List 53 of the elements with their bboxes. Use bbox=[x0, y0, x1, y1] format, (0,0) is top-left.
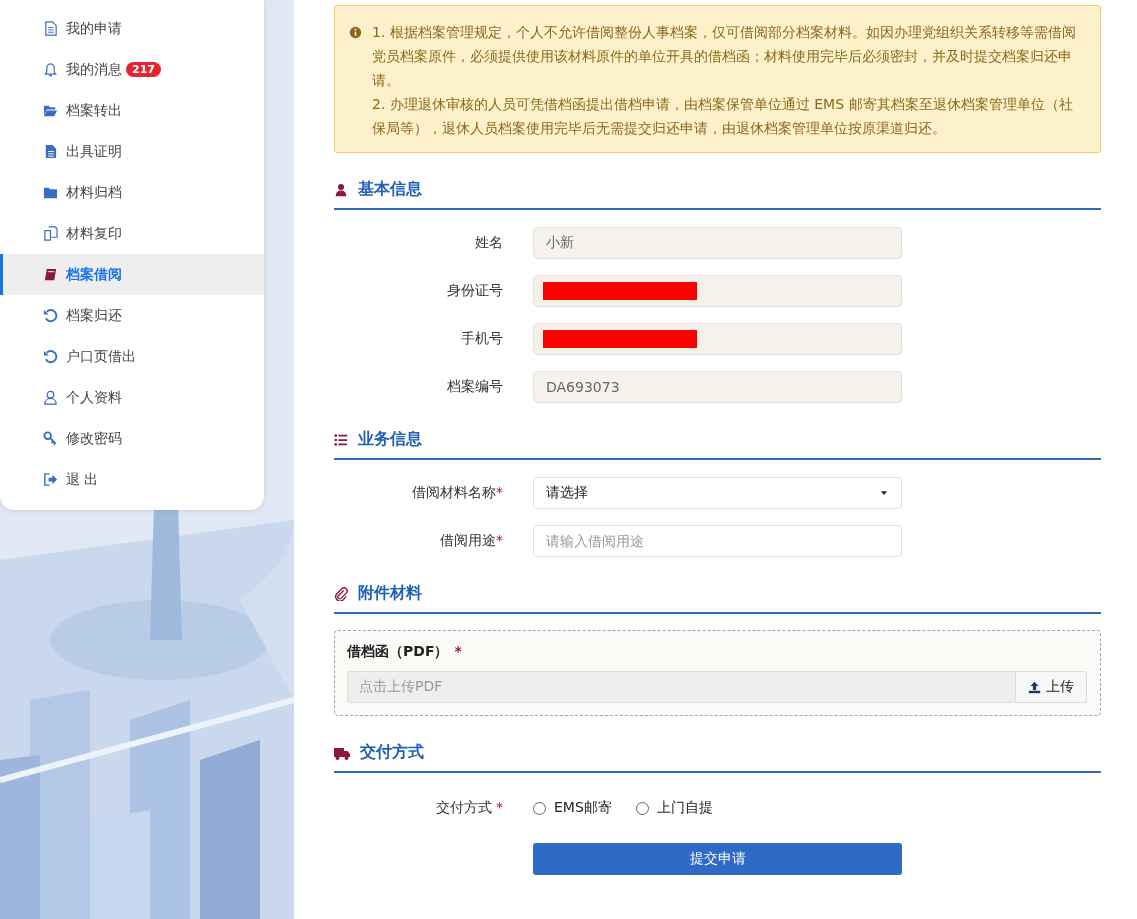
required-mark: * bbox=[454, 643, 462, 661]
sidebar-item[interactable]: 我的申请 bbox=[0, 8, 264, 49]
readonly-field: DA693073 bbox=[533, 371, 902, 403]
count-badge: 217 bbox=[126, 62, 161, 77]
logout-icon bbox=[43, 472, 58, 487]
info-icon bbox=[349, 26, 362, 39]
sidebar-item[interactable]: 修改密码 bbox=[0, 418, 264, 459]
sidebar-item[interactable]: 退 出 bbox=[0, 459, 264, 500]
undo-icon bbox=[43, 349, 58, 364]
radio-option[interactable]: 上门自提 bbox=[635, 799, 713, 817]
user-icon bbox=[334, 182, 348, 197]
bell-icon bbox=[43, 62, 58, 77]
field-label: 姓名 bbox=[475, 234, 503, 252]
paperclip-icon bbox=[334, 586, 348, 601]
user-icon bbox=[43, 390, 58, 405]
undo-icon bbox=[43, 308, 58, 323]
sidebar-item[interactable]: 材料归档 bbox=[0, 172, 264, 213]
section-title: 基本信息 bbox=[358, 179, 422, 200]
sidebar-item[interactable]: 材料复印 bbox=[0, 213, 264, 254]
notice-text: 1. 根据档案管理规定，个人不允许借阅整份人事档案，仅可借阅部分档案材料。如因办理党组织关系转移等需借阅党员档案原件，必须提供使用该材料原件的单位开具的借档函；材料使用完毕后必须密封，并及时提交档案归还申请。 bbox=[372, 23, 1077, 90]
copy-icon bbox=[43, 226, 58, 241]
radio-option[interactable]: EMS邮寄 bbox=[533, 799, 612, 817]
sidebar-item[interactable]: 档案借阅 bbox=[0, 254, 264, 295]
sidebar-item[interactable]: 档案转出 bbox=[0, 90, 264, 131]
sidebar-item[interactable]: 户口页借出 bbox=[0, 336, 264, 377]
readonly-field: 小新 bbox=[533, 227, 902, 259]
notice-text: 2. 办理退休审核的人员可凭借档函提出借档申请，由档案保管单位通过 EMS 邮寄其档案至退休档案管理单位（社保局等），退休人员档案使用完毕后无需提交归还申请，由退休档案管理单位按原渠道归还。 bbox=[372, 95, 1074, 138]
field-label: 身份证号 bbox=[447, 282, 503, 300]
attachment-label: 借档函（PDF） bbox=[347, 643, 449, 661]
field-label: 借阅材料名称* bbox=[412, 484, 503, 502]
field-label: 借阅用途* bbox=[440, 532, 503, 550]
section-title: 交付方式 bbox=[360, 742, 424, 763]
sidebar-item[interactable]: 我的消息 217 bbox=[0, 49, 264, 90]
sidebar-item[interactable]: 出具证明 bbox=[0, 131, 264, 172]
section-title: 附件材料 bbox=[358, 583, 422, 604]
input-field[interactable]: 请输入借阅用途 bbox=[533, 525, 902, 557]
field-label: 交付方式 * bbox=[436, 799, 503, 817]
document-icon bbox=[43, 21, 58, 36]
field-label: 手机号 bbox=[461, 330, 503, 348]
list-icon bbox=[334, 432, 348, 447]
book-icon bbox=[43, 267, 58, 282]
upload-icon bbox=[1028, 680, 1041, 694]
upload-button[interactable]: 上传 bbox=[1016, 671, 1087, 703]
key-icon bbox=[43, 431, 58, 446]
sidebar-item[interactable]: 档案归还 bbox=[0, 295, 264, 336]
sidebar-item[interactable]: 个人资料 bbox=[0, 377, 264, 418]
folder-icon bbox=[43, 185, 58, 200]
dropdown[interactable]: 请选择 bbox=[533, 477, 902, 509]
document-icon bbox=[43, 144, 58, 159]
folder-icon bbox=[43, 103, 58, 118]
section-title: 业务信息 bbox=[358, 429, 422, 450]
submit-button[interactable]: 提交申请 bbox=[533, 843, 902, 875]
field-label: 档案编号 bbox=[447, 378, 503, 396]
